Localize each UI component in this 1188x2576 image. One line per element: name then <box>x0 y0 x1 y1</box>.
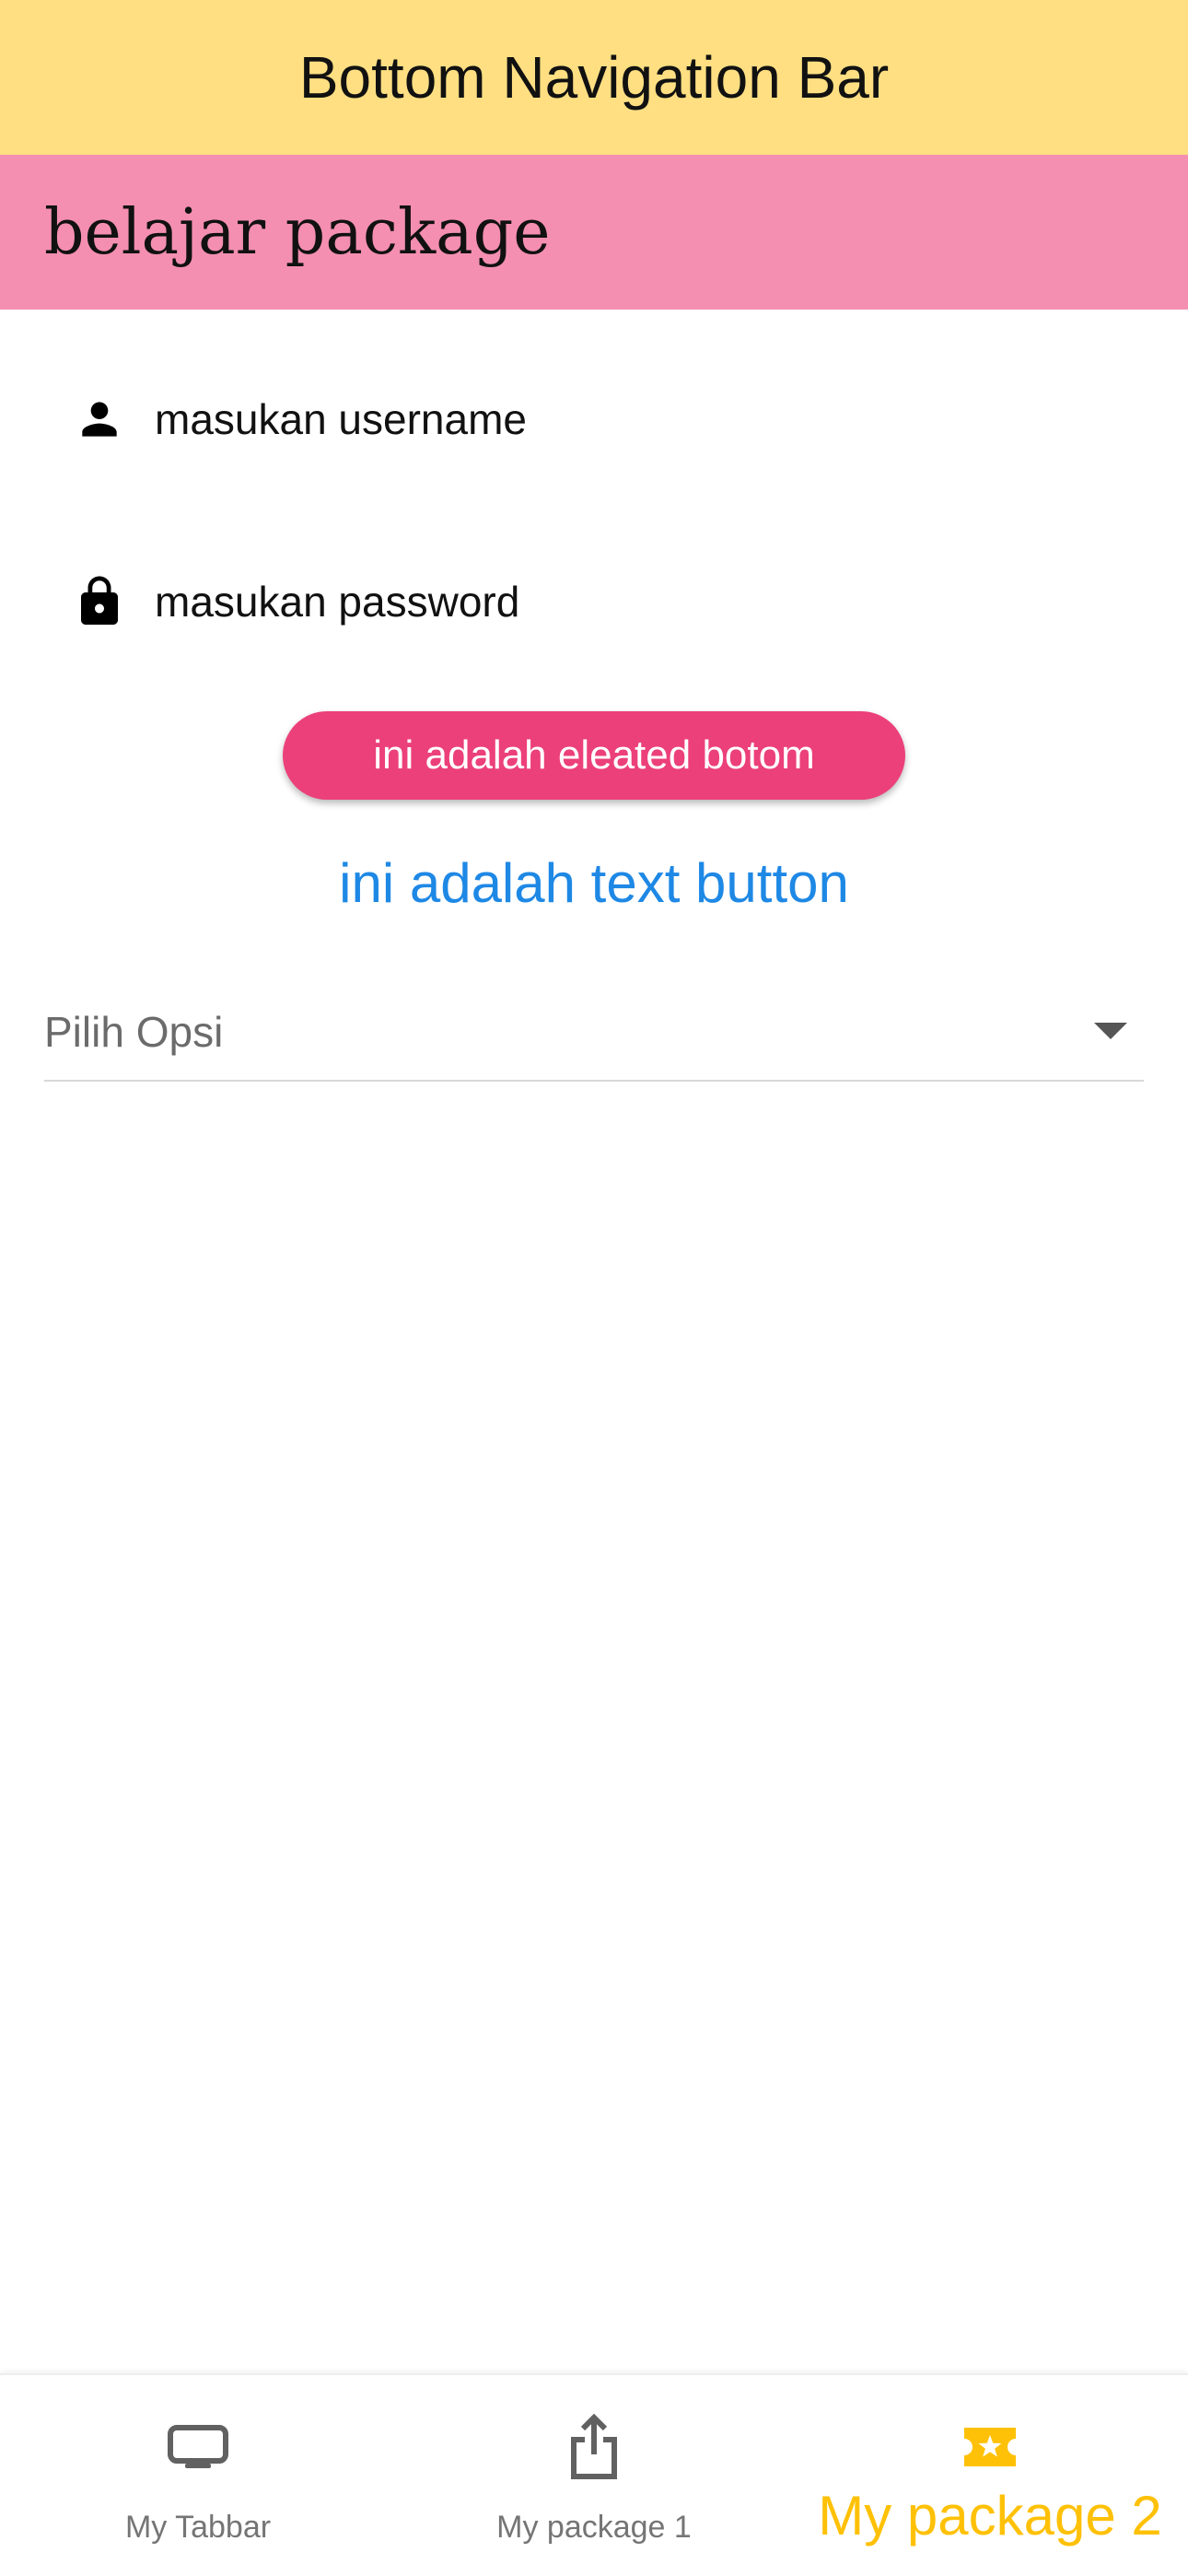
bottom-navigation-bar: My Tabbar My package 1 My package 2 <box>0 2373 1188 2576</box>
local-activity-icon <box>953 2410 1027 2484</box>
person-icon <box>72 387 127 451</box>
username-field[interactable]: masukan username <box>0 369 1188 470</box>
elevated-button[interactable]: ini adalah eleated botom <box>283 711 905 800</box>
share-icon <box>557 2410 631 2484</box>
nav-label-my-package-2: My package 2 <box>818 2485 1162 2547</box>
lock-icon <box>72 569 127 634</box>
nav-item-my-package-1[interactable]: My package 1 <box>396 2375 792 2576</box>
app-bar-title: Bottom Navigation Bar <box>298 44 890 111</box>
dropdown-hint: Pilih Opsi <box>44 1008 224 1056</box>
text-button[interactable]: ini adalah text button <box>0 837 1188 929</box>
options-dropdown[interactable]: Pilih Opsi <box>44 984 1144 1082</box>
nav-item-my-tabbar[interactable]: My Tabbar <box>0 2375 396 2576</box>
app-screen: Bottom Navigation Bar belajar package ma… <box>0 0 1188 2576</box>
nav-label-my-package-1: My package 1 <box>496 2510 692 2545</box>
nav-label-my-tabbar: My Tabbar <box>124 2510 272 2545</box>
section-bar: belajar package <box>0 155 1188 310</box>
nav-item-my-package-2[interactable]: My package 2 <box>792 2375 1188 2576</box>
password-field[interactable]: masukan password <box>0 551 1188 652</box>
username-hint: masukan username <box>155 395 527 443</box>
tv-icon <box>161 2410 235 2484</box>
top-app-bar: Bottom Navigation Bar <box>0 0 1188 155</box>
arrow-drop-down-icon <box>1092 1018 1129 1046</box>
password-hint: masukan password <box>155 578 520 626</box>
section-title: belajar package <box>44 195 551 269</box>
